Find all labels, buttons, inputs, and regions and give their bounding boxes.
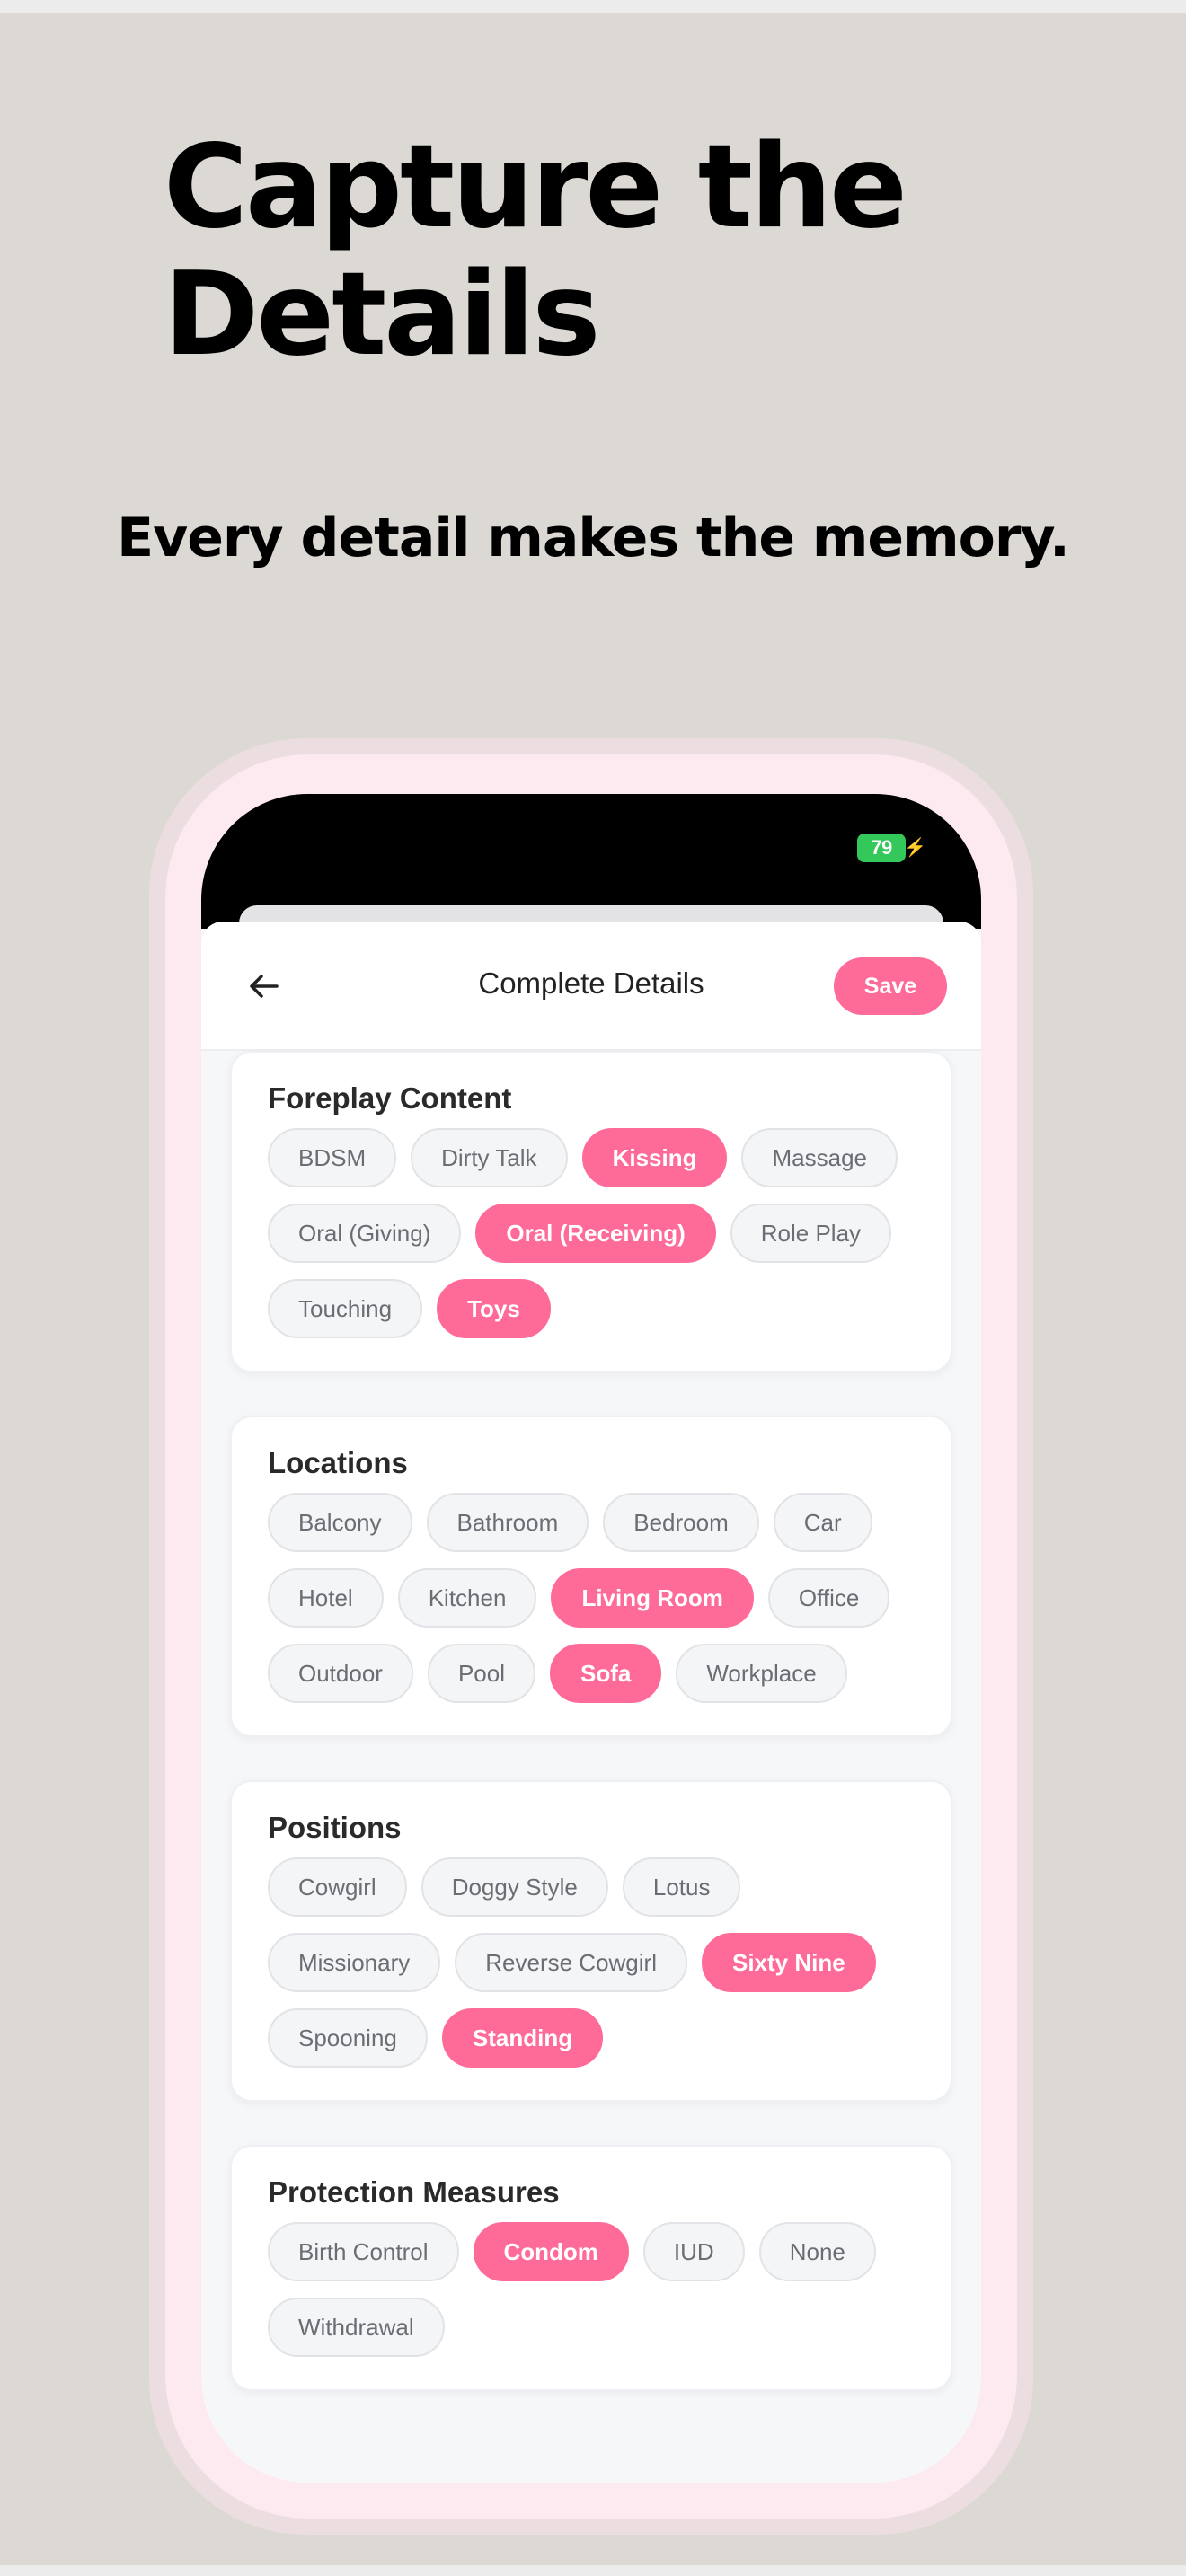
section-card-foreplay-content: Foreplay Content BDSM Dirty Talk Kissing Ma… xyxy=(230,1051,952,1372)
option-chip-missionary[interactable]: Missionary xyxy=(268,1933,441,1992)
option-chip-condom[interactable]: Condom xyxy=(473,2222,629,2281)
section-title: Protection Measures xyxy=(268,2175,560,2209)
option-chip-lotus[interactable]: Lotus xyxy=(622,1857,741,1917)
option-chip-touching[interactable]: Touching xyxy=(268,1279,423,1338)
option-chip-pool[interactable]: Pool xyxy=(427,1644,535,1703)
option-chip-iud[interactable]: IUD xyxy=(642,2222,745,2281)
option-chip-balcony[interactable]: Balcony xyxy=(268,1493,412,1552)
option-chip-car[interactable]: Car xyxy=(773,1493,872,1552)
option-chip-toys[interactable]: Toys xyxy=(437,1279,551,1338)
battery-icon: 79 xyxy=(857,834,906,862)
option-chip-office[interactable]: Office xyxy=(767,1568,890,1628)
option-chip-bathroom[interactable]: Bathroom xyxy=(426,1493,589,1552)
option-chip-spooning[interactable]: Spooning xyxy=(268,2008,428,2068)
option-chip-bedroom[interactable]: Bedroom xyxy=(603,1493,759,1552)
option-chip-birth-control[interactable]: Birth Control xyxy=(268,2222,459,2281)
section-card-protection-measures: Protection Measures Birth Control Condom I… xyxy=(230,2145,952,2391)
headline-line-2: Details xyxy=(164,248,601,382)
navigation-bar: Complete Details Save xyxy=(201,922,981,1051)
option-chips: Birth Control Condom IUD None Withdrawal xyxy=(268,2222,915,2357)
option-chip-role-play[interactable]: Role Play xyxy=(730,1204,892,1263)
headline-line-1: Capture the xyxy=(164,120,907,254)
option-chip-kissing[interactable]: Kissing xyxy=(581,1128,728,1187)
option-chip-sixty-nine[interactable]: Sixty Nine xyxy=(701,1933,876,1992)
option-chip-doggy-style[interactable]: Doggy Style xyxy=(420,1857,608,1917)
option-chip-cowgirl[interactable]: Cowgirl xyxy=(268,1857,407,1917)
option-chip-outdoor[interactable]: Outdoor xyxy=(268,1644,413,1703)
option-chips: BDSM Dirty Talk Kissing Massage Oral (Giving… xyxy=(268,1128,915,1338)
option-chip-workplace[interactable]: Workplace xyxy=(676,1644,847,1703)
section-title: Positions xyxy=(268,1811,402,1844)
option-chip-bdsm[interactable]: BDSM xyxy=(268,1128,397,1187)
option-chip-dirty-talk[interactable]: Dirty Talk xyxy=(411,1128,568,1187)
section-title: Foreplay Content xyxy=(268,1081,512,1115)
option-chip-massage[interactable]: Massage xyxy=(741,1128,898,1187)
option-chip-kitchen[interactable]: Kitchen xyxy=(397,1568,537,1628)
option-chip-reverse-cowgirl[interactable]: Reverse Cowgirl xyxy=(455,1933,687,1992)
option-chip-oral-giving[interactable]: Oral (Giving) xyxy=(268,1204,462,1263)
option-chip-oral-receiving[interactable]: Oral (Receiving) xyxy=(475,1204,716,1263)
marketing-subheadline: Every detail makes the memory. xyxy=(117,507,1070,569)
option-chip-living-room[interactable]: Living Room xyxy=(551,1568,754,1628)
marketing-headline: Capture the Details xyxy=(164,124,1062,379)
section-title: Locations xyxy=(268,1446,408,1479)
section-card-locations: Locations Balcony Bathroom Bedroom Car Hotel… xyxy=(230,1416,952,1737)
phone-screen: 79 ⚡ Complete Details Save Foreplay Cont… xyxy=(201,794,981,2483)
option-chips: Cowgirl Doggy Style Lotus Missionary Reverse… xyxy=(268,1857,915,2068)
option-chips: Balcony Bathroom Bedroom Car Hotel Kitchen Liv… xyxy=(268,1493,915,1703)
save-button[interactable]: Save xyxy=(834,957,947,1015)
charging-bolt-icon: ⚡ xyxy=(904,838,926,858)
promo-canvas: Capture the Details Every detail makes t… xyxy=(0,13,1186,2565)
section-card-positions: Positions Cowgirl Doggy Style Lotus Mission… xyxy=(230,1780,952,2102)
option-chip-standing[interactable]: Standing xyxy=(441,2008,604,2068)
option-chip-sofa[interactable]: Sofa xyxy=(550,1644,662,1703)
option-chip-none[interactable]: None xyxy=(758,2222,876,2281)
option-chip-hotel[interactable]: Hotel xyxy=(268,1568,384,1628)
option-chip-withdrawal[interactable]: Withdrawal xyxy=(268,2298,445,2357)
